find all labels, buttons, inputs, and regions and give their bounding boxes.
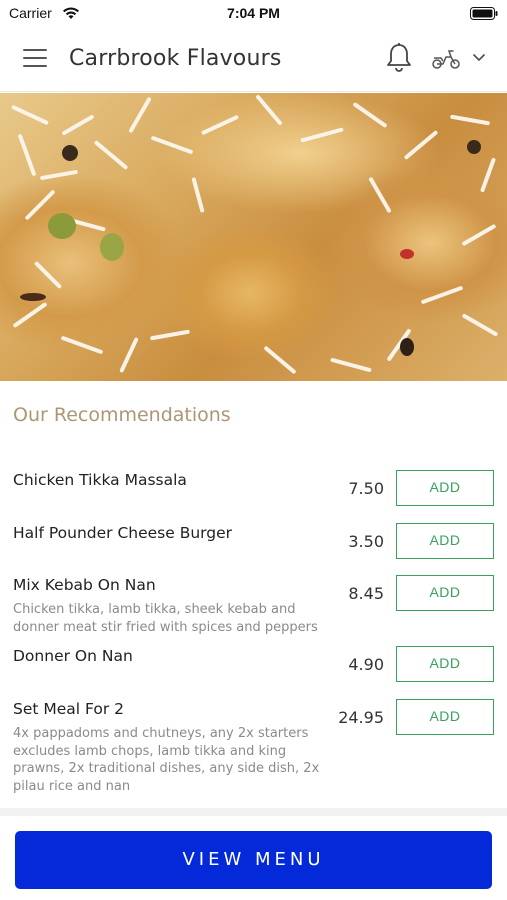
status-time: 7:04 PM [227, 5, 280, 21]
view-menu-button[interactable]: VIEW MENU [15, 831, 492, 889]
add-button[interactable]: ADD [396, 470, 494, 506]
battery-icon [470, 7, 498, 20]
item-name: Donner On Nan [13, 647, 133, 665]
add-button[interactable]: ADD [396, 646, 494, 682]
status-bar: Carrier 7:04 PM [0, 0, 507, 28]
recommendations-title: Our Recommendations [13, 404, 231, 426]
item-price: 4.90 [348, 655, 384, 674]
item-price: 7.50 [348, 479, 384, 498]
item-price: 24.95 [338, 708, 384, 727]
item-price: 8.45 [348, 584, 384, 603]
app-title: Carrbrook Flavours [69, 46, 282, 71]
add-button[interactable]: ADD [396, 575, 494, 611]
divider [0, 808, 507, 816]
bell-icon[interactable] [385, 42, 413, 74]
item-name: Half Pounder Cheese Burger [13, 524, 233, 542]
app-header: Carrbrook Flavours [0, 28, 507, 92]
add-button[interactable]: ADD [396, 523, 494, 559]
item-price: 3.50 [348, 532, 384, 551]
item-name: Mix Kebab On Nan [13, 576, 156, 594]
item-description: 4x pappadoms and chutneys, any 2x starte… [13, 726, 320, 794]
item-name: Set Meal For 2 [13, 700, 125, 718]
chevron-down-icon[interactable] [472, 53, 486, 63]
item-description: Chicken tikka, lamb tikka, sheek kebab a… [13, 602, 318, 635]
item-name: Chicken Tikka Massala [13, 471, 187, 489]
scooter-icon[interactable] [431, 48, 461, 70]
add-button[interactable]: ADD [396, 699, 494, 735]
hero-food-image [0, 93, 507, 381]
hamburger-menu-icon[interactable] [23, 49, 47, 69]
